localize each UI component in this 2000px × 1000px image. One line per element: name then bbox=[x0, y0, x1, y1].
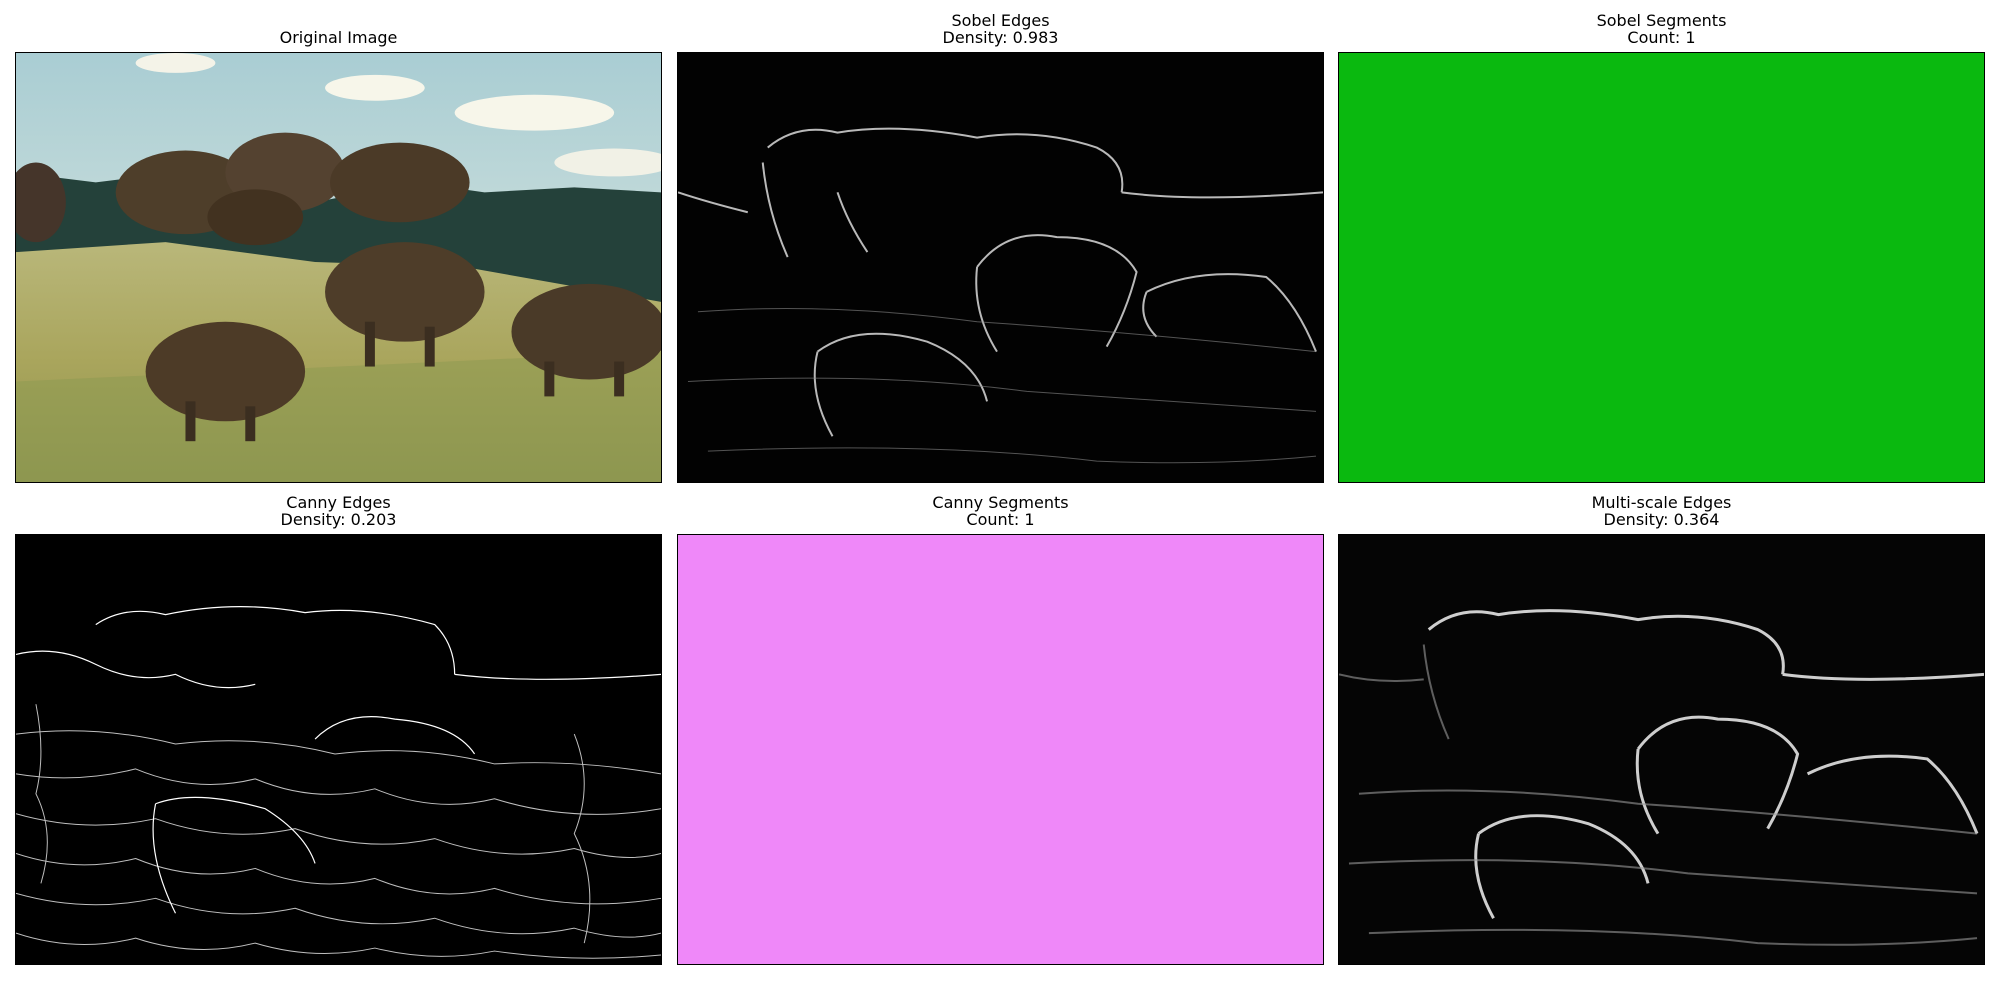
original-image bbox=[15, 52, 662, 483]
panel-title: Multi-scale Edges Density: 0.364 bbox=[1338, 494, 1985, 528]
multiscale-edges-panel: Multi-scale Edges Density: 0.364 bbox=[1338, 494, 1985, 965]
sobel-segments-panel: Sobel Segments Count: 1 bbox=[1338, 12, 1985, 483]
panel-title-text: Multi-scale Edges bbox=[1591, 493, 1732, 512]
panel-subtitle-text: Density: 0.364 bbox=[1603, 510, 1720, 529]
sobel-edges-panel: Sobel Edges Density: 0.983 bbox=[677, 12, 1324, 483]
panel-title: Original Image bbox=[15, 29, 662, 46]
panel-title: Sobel Edges Density: 0.983 bbox=[677, 12, 1324, 46]
panel-title-text: Canny Segments bbox=[932, 493, 1069, 512]
panel-title-text: Canny Edges bbox=[286, 493, 391, 512]
panel-title-text: Sobel Edges bbox=[951, 11, 1050, 30]
sobel-segments-image bbox=[1338, 52, 1985, 483]
sobel-edges-image bbox=[677, 52, 1324, 483]
panel-subtitle-text: Density: 0.983 bbox=[942, 28, 1059, 47]
multiscale-edges-illustration bbox=[1339, 535, 1984, 964]
canny-segments-image bbox=[677, 534, 1324, 965]
panel-subtitle-text: Count: 1 bbox=[1627, 28, 1696, 47]
multiscale-edges-image bbox=[1338, 534, 1985, 965]
panel-subtitle-text: Density: 0.203 bbox=[280, 510, 397, 529]
sobel-edges-illustration bbox=[678, 53, 1323, 482]
panel-title: Canny Edges Density: 0.203 bbox=[15, 494, 662, 528]
panel-title: Sobel Segments Count: 1 bbox=[1338, 12, 1985, 46]
panel-title-text: Sobel Segments bbox=[1596, 11, 1727, 30]
panel-title-text: Original Image bbox=[279, 28, 398, 47]
panel-title: Canny Segments Count: 1 bbox=[677, 494, 1324, 528]
panel-subtitle-text: Count: 1 bbox=[966, 510, 1035, 529]
canny-edges-panel: Canny Edges Density: 0.203 bbox=[15, 494, 662, 965]
canny-edges-image bbox=[15, 534, 662, 965]
canny-segments-panel: Canny Segments Count: 1 bbox=[677, 494, 1324, 965]
bison-photo-illustration bbox=[16, 53, 661, 482]
original-image-panel: Original Image bbox=[15, 29, 662, 483]
canny-edges-illustration bbox=[16, 535, 661, 964]
